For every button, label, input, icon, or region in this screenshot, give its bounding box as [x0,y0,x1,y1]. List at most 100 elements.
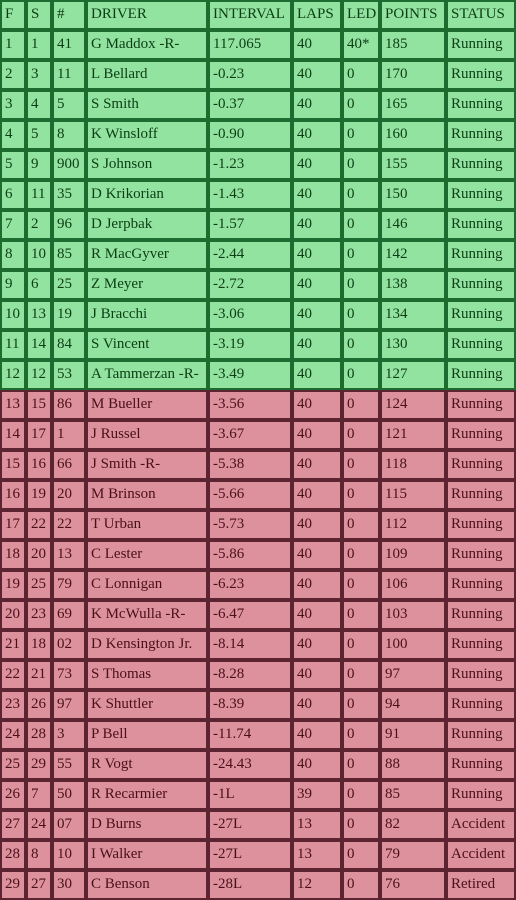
cell-led: 0 [342,330,380,360]
cell-start: 5 [26,120,52,150]
cell-status: Running [446,630,516,660]
cell-finish: 18 [0,540,26,570]
cell-finish: 4 [0,120,26,150]
cell-points: 109 [380,540,446,570]
cell-car-number: 50 [52,780,86,810]
cell-car-number: 8 [52,120,86,150]
cell-laps: 40 [292,150,342,180]
cell-finish: 26 [0,780,26,810]
table-row: 9 6 25 Z Meyer -2.72 40 0 138 Running [0,270,516,300]
cell-laps: 40 [292,510,342,540]
cell-laps: 40 [292,480,342,510]
cell-driver: Z Meyer [86,270,208,300]
table-row: 23 26 97 K Shuttler -8.39 40 0 94 Running [0,690,516,720]
cell-status: Running [446,510,516,540]
cell-laps: 40 [292,630,342,660]
cell-status: Running [446,330,516,360]
cell-car-number: 25 [52,270,86,300]
cell-driver: S Smith [86,90,208,120]
cell-driver: M Bueller [86,390,208,420]
cell-driver: C Lester [86,540,208,570]
cell-start: 20 [26,540,52,570]
cell-start: 10 [26,240,52,270]
cell-points: 142 [380,240,446,270]
cell-interval: -0.23 [208,60,292,90]
cell-status: Running [446,600,516,630]
cell-status: Accident [446,840,516,870]
cell-points: 127 [380,360,446,390]
cell-led: 0 [342,90,380,120]
header-row: F S # DRIVER INTERVAL LAPS LED POINTS STATUS [0,0,516,30]
table-row: 458K Winsloff -0.90 40 0 160 Running [0,120,516,150]
cell-laps: 40 [292,270,342,300]
table-row: 19 25 79 C Lonnigan -6.23 40 0 106 Running [0,570,516,600]
cell-status: Running [446,720,516,750]
cell-start: 7 [26,780,52,810]
cell-interval: -8.14 [208,630,292,660]
table-row: 345S Smith -0.37 40 0 165 Running [0,90,516,120]
cell-car-number: 11 [52,60,86,90]
cell-led: 0 [342,480,380,510]
cell-driver: S Vincent [86,330,208,360]
table-row: 6 11 35 D Krikorian -1.43 40 0 150 Running [0,180,516,210]
cell-status: Running [446,540,516,570]
cell-start: 8 [26,840,52,870]
cell-laps: 40 [292,570,342,600]
cell-finish: 9 [0,270,26,300]
cell-driver: A Tammerzan -R- [86,360,208,390]
cell-points: 112 [380,510,446,540]
cell-start: 3 [26,60,52,90]
cell-car-number: 02 [52,630,86,660]
cell-driver: K Winsloff [86,120,208,150]
cell-finish: 13 [0,390,26,420]
cell-finish: 2 [0,60,26,90]
cell-driver: S Johnson [86,150,208,180]
cell-led: 0 [342,570,380,600]
cell-led: 0 [342,120,380,150]
cell-led: 0 [342,150,380,180]
table-row: 5 9 900 S Johnson -1.23 40 0 155 Running [0,150,516,180]
table-row: 24 28 3 P Bell -11.74 40 0 91 Running [0,720,516,750]
cell-led: 0 [342,600,380,630]
cell-points: 165 [380,90,446,120]
cell-laps: 40 [292,750,342,780]
cell-status: Running [446,390,516,420]
cell-finish: 3 [0,90,26,120]
cell-start: 12 [26,360,52,390]
table-row: 11 14 84 S Vincent -3.19 40 0 130 Running [0,330,516,360]
cell-driver: J Smith -R- [86,450,208,480]
cell-points: 106 [380,570,446,600]
cell-led: 0 [342,780,380,810]
cell-car-number: 10 [52,840,86,870]
cell-laps: 40 [292,180,342,210]
cell-driver: D Krikorian [86,180,208,210]
cell-start: 4 [26,90,52,120]
cell-car-number: 73 [52,660,86,690]
cell-driver: D Burns [86,810,208,840]
cell-start: 1 [26,30,52,60]
cell-status: Running [446,210,516,240]
cell-points: 100 [380,630,446,660]
table-row: 26 7 50 R Recarmier -1L 39 0 85 Running [0,780,516,810]
cell-laps: 40 [292,360,342,390]
cell-interval: -5.66 [208,480,292,510]
cell-driver: D Jerpbak [86,210,208,240]
table-row: 7 2 96 D Jerpbak -1.57 40 0 146 Running [0,210,516,240]
table-row: 28 8 10 I Walker -27L 13 0 79 Accident [0,840,516,870]
cell-start: 18 [26,630,52,660]
cell-laps: 40 [292,660,342,690]
cell-laps: 40 [292,30,342,60]
cell-laps: 40 [292,210,342,240]
cell-interval: -6.47 [208,600,292,630]
cell-finish: 10 [0,300,26,330]
header-driver: DRIVER [86,0,208,30]
header-led: LED [342,0,380,30]
cell-start: 27 [26,870,52,900]
cell-car-number: 84 [52,330,86,360]
results-table: F S # DRIVER INTERVAL LAPS LED POINTS STATUS 1 1 41… [0,0,516,900]
cell-laps: 13 [292,810,342,840]
table-row: 8 10 85 R MacGyver -2.44 40 0 142 Running [0,240,516,270]
cell-laps: 40 [292,90,342,120]
cell-start: 22 [26,510,52,540]
cell-start: 11 [26,180,52,210]
